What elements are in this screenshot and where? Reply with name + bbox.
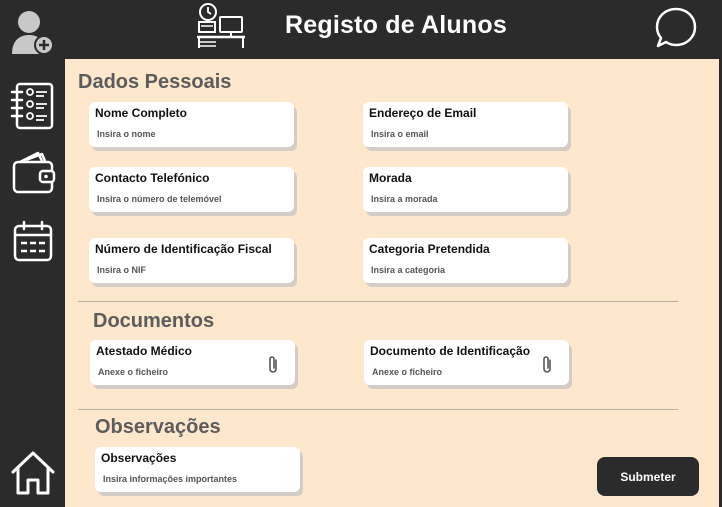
email-input[interactable] — [371, 129, 541, 139]
section-title-personal: Dados Pessoais — [78, 71, 232, 93]
name-field[interactable]: Nome Completo — [89, 102, 294, 147]
calendar-icon — [13, 220, 52, 262]
paperclip-icon — [269, 356, 277, 373]
address-field[interactable]: Morada — [363, 167, 568, 212]
phone-field[interactable]: Contacto Telefónico — [89, 167, 294, 212]
field-label: Documento de Identificação — [370, 344, 531, 358]
field-label: Endereço de Email — [369, 106, 477, 120]
divider — [78, 301, 678, 302]
wallet-button[interactable] — [0, 148, 65, 198]
nif-field[interactable]: Número de Identificação Fiscal — [89, 238, 294, 283]
nif-input[interactable] — [97, 265, 267, 275]
wallet-icon — [12, 151, 55, 194]
calendar-button[interactable] — [0, 218, 65, 266]
category-field[interactable]: Categoria Pretendida — [363, 238, 568, 283]
field-label: Número de Identificação Fiscal — [95, 242, 272, 256]
section-title-notes: Observações — [95, 416, 221, 438]
home-button[interactable] — [0, 447, 65, 499]
address-input[interactable] — [371, 194, 541, 204]
home-icon — [11, 451, 54, 495]
section-title-documents: Documentos — [93, 310, 215, 332]
notes-field[interactable]: Observações — [95, 447, 300, 492]
header-bar: Registo de Alunos — [65, 0, 722, 59]
field-label: Atestado Médico — [96, 344, 193, 358]
divider — [78, 409, 678, 410]
notes-input[interactable] — [103, 474, 273, 484]
email-field[interactable]: Endereço de Email — [363, 102, 568, 147]
chat-button[interactable] — [654, 6, 698, 55]
field-label: Contacto Telefónico — [95, 171, 210, 185]
field-label: Categoria Pretendida — [369, 242, 490, 256]
field-label: Morada — [369, 171, 412, 185]
chat-bubble-icon — [655, 7, 697, 48]
add-user-button[interactable] — [0, 8, 65, 58]
id-document-field[interactable]: Documento de Identificação — [364, 340, 569, 385]
student-list-icon — [10, 82, 53, 130]
desk-clock-icon — [197, 3, 245, 48]
attach-button[interactable] — [540, 355, 554, 380]
page-title: Registo de Alunos — [285, 11, 507, 39]
sidebar — [0, 0, 65, 507]
id-document-input[interactable] — [372, 367, 542, 377]
submit-button[interactable]: Submeter — [597, 457, 699, 496]
field-label: Nome Completo — [95, 106, 188, 120]
category-input[interactable] — [371, 265, 541, 275]
medical-certificate-field[interactable]: Atestado Médico — [90, 340, 295, 385]
student-list-button[interactable] — [0, 80, 65, 132]
header-logo — [196, 2, 248, 55]
paperclip-icon — [543, 356, 551, 373]
phone-input[interactable] — [97, 194, 267, 204]
name-input[interactable] — [97, 129, 267, 139]
medical-certificate-input[interactable] — [98, 367, 268, 377]
field-label: Observações — [101, 451, 177, 465]
main-content: Dados Pessoais Nome Completo Endereço de… — [65, 59, 719, 507]
attach-button[interactable] — [266, 355, 280, 380]
add-user-icon — [11, 11, 54, 55]
